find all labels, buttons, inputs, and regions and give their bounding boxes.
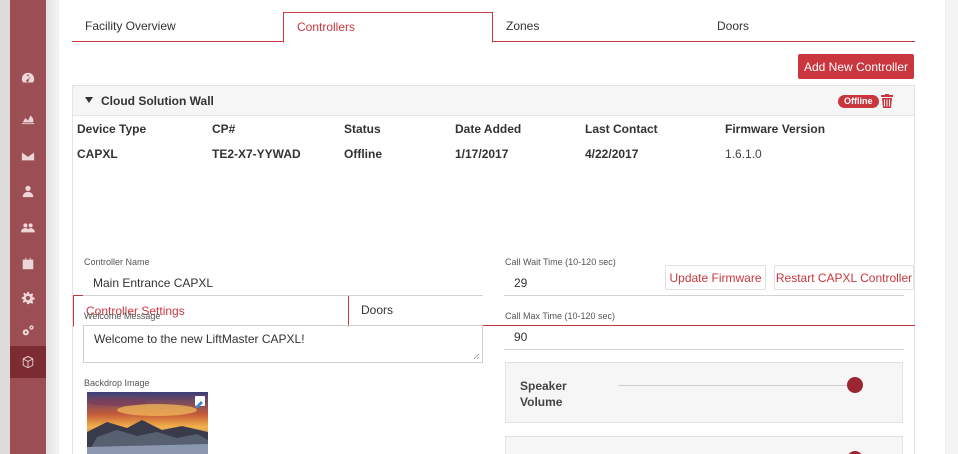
dashboard-icon [21, 72, 35, 83]
add-new-controller-button[interactable]: Add New Controller [798, 54, 914, 79]
welcome-message-text: Welcome to the new LiftMaster CAPXL! [94, 332, 305, 346]
tab-facility-overview[interactable]: Facility Overview [72, 12, 283, 42]
delete-controller-button[interactable] [881, 94, 893, 108]
trash-icon [881, 94, 893, 108]
gear-icon [21, 291, 35, 305]
tab-controllers[interactable]: Controllers [283, 12, 493, 43]
cell-last-contact: 4/22/2017 [585, 147, 639, 161]
user-icon [22, 185, 34, 198]
chart-icon [21, 115, 35, 125]
tab-doors[interactable]: Doors [704, 12, 915, 42]
call-max-time-field[interactable]: 90 [504, 330, 904, 350]
column-cp: CP# [212, 122, 236, 136]
cell-device-type: CAPXL [77, 147, 118, 161]
call-wait-time-field[interactable]: 29 [504, 276, 904, 296]
sidebar-item-user[interactable] [10, 175, 46, 207]
collapse-caret-icon[interactable] [85, 97, 93, 103]
sidebar-shadow [46, 0, 58, 454]
sidebar-item-messages[interactable] [10, 140, 46, 172]
gears-icon [22, 325, 34, 336]
cell-firmware-version: 1.6.1.0 [725, 147, 762, 161]
controller-card-header[interactable]: Cloud Solution Wall Offline [73, 86, 914, 116]
sidebar-item-calendar[interactable] [10, 248, 46, 280]
welcome-message-label: Welcome Message [84, 311, 161, 321]
column-firmware-version: Firmware Version [725, 122, 826, 136]
call-wait-time-label: Call Wait Time (10-120 sec) [505, 257, 616, 267]
sidebar-item-reports[interactable] [10, 102, 46, 134]
cell-status: Offline [344, 147, 382, 161]
column-device-type: Device Type [77, 122, 147, 136]
sidebar-item-controllers[interactable] [10, 346, 46, 378]
sidebar-item-settings[interactable] [10, 282, 46, 314]
sidebar-item-advanced[interactable] [10, 315, 46, 347]
cube-icon [22, 355, 34, 369]
cell-cp: TE2-X7-YYWAD [212, 147, 301, 161]
column-status: Status [344, 122, 381, 136]
speaker-volume-panel: Speaker Volume [505, 362, 903, 423]
sidebar-item-dashboard[interactable] [10, 62, 46, 94]
sidebar-rail [0, 0, 10, 454]
envelope-icon [21, 152, 35, 161]
sidebar [0, 0, 46, 454]
calendar-icon [22, 257, 34, 270]
sidebar-item-users[interactable] [10, 212, 46, 244]
backdrop-image-picture [87, 392, 208, 454]
controller-name-field[interactable]: Main Entrance CAPXL [83, 276, 483, 296]
status-badge: Offline [838, 95, 879, 108]
column-last-contact: Last Contact [585, 122, 658, 136]
backdrop-image-label: Backdrop Image [84, 378, 150, 388]
resize-handle-icon[interactable] [473, 353, 480, 360]
users-icon [21, 223, 35, 233]
edit-image-icon[interactable] [195, 396, 205, 408]
controller-name-label: Controller Name [84, 257, 150, 267]
second-slider-panel [505, 436, 903, 454]
settings-tabs: Controller Settings Doors [73, 295, 915, 327]
top-tabs: Facility Overview Controllers Zones Door… [72, 12, 915, 43]
welcome-message-field[interactable]: Welcome to the new LiftMaster CAPXL! [83, 325, 483, 363]
speaker-volume-label: Speaker Volume [520, 379, 567, 409]
tab-zones[interactable]: Zones [493, 12, 704, 42]
speaker-volume-track[interactable] [618, 385, 855, 386]
controller-card: Cloud Solution Wall Offline Device Type … [72, 85, 915, 454]
main-panel: Facility Overview Controllers Zones Door… [58, 0, 946, 454]
call-max-time-label: Call Max Time (10-120 sec) [505, 311, 616, 321]
cell-date-added: 1/17/2017 [455, 147, 509, 161]
controller-name-title: Cloud Solution Wall [101, 94, 214, 108]
column-date-added: Date Added [455, 122, 522, 136]
speaker-volume-knob[interactable] [847, 377, 863, 393]
backdrop-image[interactable] [87, 392, 208, 454]
